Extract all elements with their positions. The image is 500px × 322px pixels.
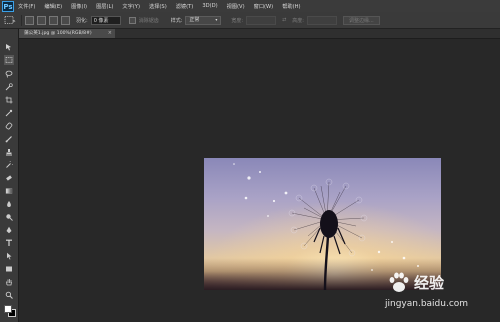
path-selection-icon[interactable]: [4, 251, 14, 261]
menu-image[interactable]: 图像(I): [71, 3, 87, 10]
hand-icon[interactable]: [4, 277, 14, 287]
move-tool-icon[interactable]: [4, 42, 14, 52]
menu-bar: Ps 文件(F) 编辑(E) 图像(I) 图层(L) 文字(Y) 选择(S) 滤…: [0, 0, 500, 12]
rectangular-marquee-icon[interactable]: [4, 55, 14, 65]
dodge-icon[interactable]: [4, 212, 14, 222]
clone-stamp-icon[interactable]: [4, 147, 14, 157]
options-bar: 羽化: 0 像素 消除锯齿 样式: 正常 ▾ 宽度: ⇄ 高度: 调整边缘...: [0, 12, 500, 29]
document-tab-title: 蒲公英1.jpg @ 100%(RGB/8#): [24, 31, 92, 36]
chevron-down-icon: ▾: [215, 17, 218, 22]
quick-selection-icon[interactable]: [4, 82, 14, 92]
baidu-jingyan-watermark: 经验 jingyan.baidu.com: [384, 268, 500, 320]
style-label: 样式:: [170, 17, 183, 24]
refine-edge-button[interactable]: 调整边缘...: [342, 15, 380, 25]
swap-icon[interactable]: ⇄: [282, 17, 286, 23]
eraser-icon[interactable]: [4, 173, 14, 183]
separator: [21, 14, 22, 26]
foreground-color-swatch[interactable]: [4, 305, 12, 313]
menu-window[interactable]: 窗口(W): [254, 3, 274, 10]
width-input[interactable]: [246, 15, 277, 25]
style-select[interactable]: 正常 ▾: [185, 15, 222, 25]
menu-view[interactable]: 视图(V): [227, 3, 245, 10]
feather-input[interactable]: 0 像素: [90, 15, 121, 25]
photoshop-logo: Ps: [2, 0, 14, 12]
pen-icon[interactable]: [4, 225, 14, 235]
watermark-brand: 经验: [414, 274, 445, 292]
marquee-preset-icon[interactable]: [4, 15, 16, 25]
shape-icon[interactable]: [4, 264, 14, 274]
document-tab-bar: 蒲公英1.jpg @ 100%(RGB/8#) ×: [19, 29, 500, 39]
height-input[interactable]: [306, 15, 337, 25]
eyedropper-icon[interactable]: [4, 108, 14, 118]
new-selection-icon[interactable]: [25, 15, 34, 25]
menu-layer[interactable]: 图层(L): [96, 3, 113, 10]
antialias-checkbox[interactable]: [128, 16, 136, 24]
menu-3d[interactable]: 3D(D): [202, 3, 217, 9]
healing-brush-icon[interactable]: [4, 121, 14, 131]
document-tab[interactable]: 蒲公英1.jpg @ 100%(RGB/8#) ×: [19, 29, 115, 38]
antialias-label: 消除锯齿: [138, 17, 159, 24]
menu-select[interactable]: 选择(S): [149, 3, 167, 10]
feather-label: 羽化:: [76, 17, 88, 24]
height-label: 高度:: [292, 17, 304, 24]
menu-filter[interactable]: 滤镜(T): [176, 3, 194, 10]
add-to-selection-icon[interactable]: [37, 15, 46, 25]
color-swatches[interactable]: [3, 304, 16, 320]
zoom-icon[interactable]: [4, 290, 14, 300]
width-label: 宽度:: [231, 17, 244, 24]
intersect-selection-icon[interactable]: [61, 15, 70, 25]
watermark-url: jingyan.baidu.com: [385, 299, 469, 309]
menu-edit[interactable]: 编辑(E): [44, 3, 62, 10]
blur-icon[interactable]: [4, 199, 14, 209]
history-brush-icon[interactable]: [4, 160, 14, 170]
type-icon[interactable]: [4, 238, 14, 248]
brush-icon[interactable]: [4, 134, 14, 144]
menu-help[interactable]: 帮助(H): [282, 3, 300, 10]
subtract-selection-icon[interactable]: [49, 15, 58, 25]
tools-panel: [0, 29, 19, 322]
close-icon[interactable]: ×: [108, 29, 112, 38]
gradient-icon[interactable]: [4, 186, 14, 196]
lasso-icon[interactable]: [4, 69, 14, 79]
paw-logo-icon: [389, 272, 409, 292]
menu-type[interactable]: 文字(Y): [122, 3, 140, 10]
crop-icon[interactable]: [4, 95, 14, 105]
menu-file[interactable]: 文件(F): [18, 3, 35, 10]
style-value: 正常: [189, 17, 200, 23]
